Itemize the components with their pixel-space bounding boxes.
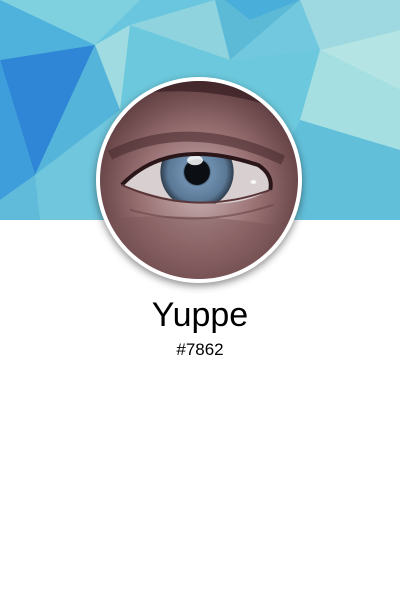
user-discriminator: #7862 [176, 340, 224, 359]
profile-card: Yuppe #7862 [0, 0, 400, 600]
eye-photo-icon [100, 81, 298, 279]
avatar[interactable] [96, 77, 302, 283]
username: Yuppe [151, 296, 249, 334]
